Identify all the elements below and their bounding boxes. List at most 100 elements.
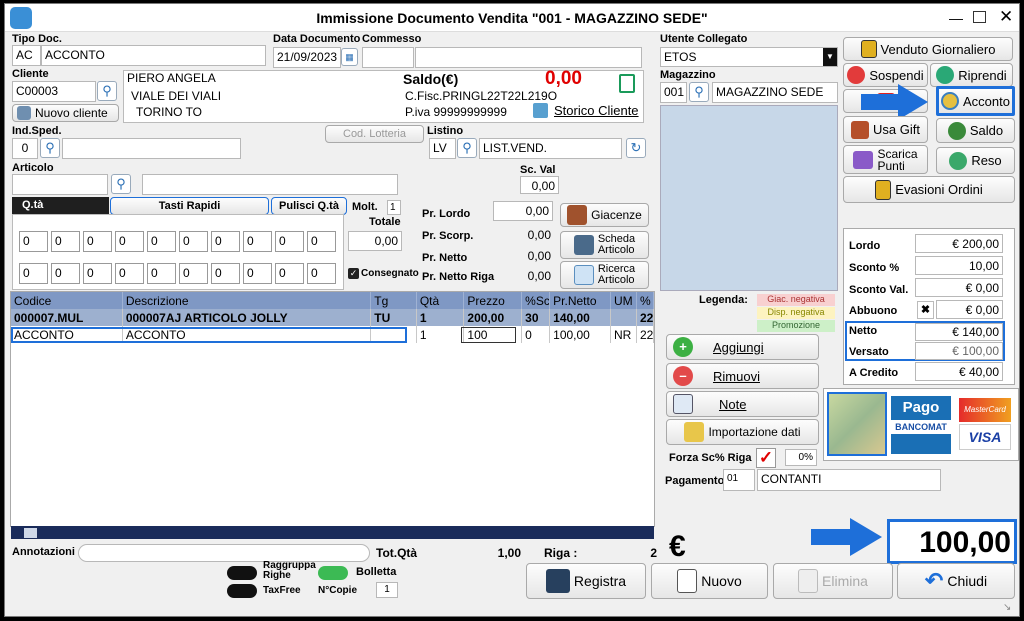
forza-sc-checkbox[interactable]: ✓ <box>756 448 776 468</box>
elimina-button[interactable]: Elimina <box>773 563 893 599</box>
abbuono-value[interactable]: € 0,00 <box>936 300 1003 319</box>
venduto-giornaliero-button[interactable]: Venduto Giornaliero <box>843 37 1013 61</box>
raggruppa-toggle[interactable] <box>227 566 257 580</box>
table-cell[interactable]: TU <box>370 309 417 326</box>
quick-qty-box[interactable]: 0 <box>51 231 80 252</box>
search-icon[interactable]: ⚲ <box>689 82 709 102</box>
annotazioni-field[interactable] <box>78 544 370 562</box>
quick-qty-box[interactable]: 0 <box>147 231 176 252</box>
consegnato-checkbox[interactable]: ✓ <box>348 268 359 279</box>
forza-sc-value[interactable]: 0% <box>785 449 817 466</box>
column-header[interactable]: Qtà <box>416 292 465 309</box>
ind-sped-code[interactable]: 0 <box>12 138 38 159</box>
table-cell[interactable]: 000007AJ ARTICOLO JOLLY <box>122 309 372 326</box>
nuovo-cliente-button[interactable]: Nuovo cliente <box>12 104 119 122</box>
quick-qty-box[interactable]: 0 <box>179 231 208 252</box>
table-cell[interactable]: 22 <box>636 309 655 326</box>
commesso-desc[interactable] <box>415 47 642 68</box>
quick-qty-box[interactable]: 0 <box>179 263 208 284</box>
tipo-doc-desc[interactable]: ACCONTO <box>41 45 266 66</box>
table-cell[interactable]: 000007.MUL <box>11 309 123 326</box>
table-cell[interactable]: NR <box>610 326 637 343</box>
visa-icon[interactable]: VISA <box>959 424 1011 450</box>
aggiungi-button[interactable]: + Aggiungi <box>666 334 819 360</box>
table-cell[interactable]: 0 <box>521 326 551 343</box>
commesso-code[interactable] <box>362 47 414 68</box>
table-cell[interactable]: 200,00 <box>463 309 523 326</box>
quick-qty-box[interactable]: 0 <box>115 263 144 284</box>
maximize-icon[interactable] <box>973 11 986 23</box>
taxfree-toggle[interactable] <box>227 584 257 598</box>
search-icon[interactable]: ⚲ <box>111 174 131 194</box>
bolletta-toggle[interactable] <box>318 566 348 580</box>
quick-qty-box[interactable]: 0 <box>243 263 272 284</box>
abbuono-clear-icon[interactable]: ✖ <box>917 301 934 319</box>
scarica-punti-button[interactable]: Scarica Punti <box>843 145 928 174</box>
chevron-down-icon[interactable]: ▼ <box>823 48 837 66</box>
quick-qty-box[interactable]: 0 <box>211 263 240 284</box>
cliente-code[interactable]: C00003 <box>12 81 96 102</box>
acconto-button[interactable]: Acconto <box>936 86 1015 116</box>
column-header[interactable]: Prezzo <box>463 292 523 309</box>
pulisci-qta-button[interactable]: Pulisci Q.tà <box>271 197 347 215</box>
calendar-icon[interactable]: ▦ <box>341 48 358 66</box>
search-icon[interactable]: ⚲ <box>97 81 117 101</box>
pagamento-desc[interactable]: CONTANTI <box>757 469 941 491</box>
listino-code[interactable]: LV <box>429 138 456 159</box>
search-icon[interactable]: ⚲ <box>457 138 477 158</box>
importazione-dati-button[interactable]: Importazione dati <box>666 419 819 445</box>
search-icon[interactable]: ⚲ <box>40 138 60 158</box>
quick-qty-box[interactable]: 0 <box>307 231 336 252</box>
horizontal-scrollbar[interactable] <box>11 526 654 539</box>
refresh-icon[interactable]: ↻ <box>626 138 646 158</box>
quick-qty-box[interactable]: 0 <box>51 263 80 284</box>
ind-sped-desc[interactable] <box>62 138 241 159</box>
minimize-icon[interactable]: — <box>949 10 963 26</box>
articolo-desc[interactable] <box>142 174 398 195</box>
table-row[interactable]: 000007.MUL 000007AJ ARTICOLO JOLLY TU 1 200,… <box>11 309 655 326</box>
ricerca-articolo-button[interactable]: Ricerca Articolo <box>560 261 649 289</box>
utente-select[interactable]: ETOS <box>660 47 838 67</box>
table-cell[interactable]: 1 <box>416 326 465 343</box>
quick-qty-box[interactable]: 0 <box>83 231 112 252</box>
cash-icon[interactable] <box>827 392 887 456</box>
scrollbar-thumb[interactable] <box>24 528 37 538</box>
chiudi-button[interactable]: ↶ Chiudi <box>897 563 1015 599</box>
reso-button[interactable]: Reso <box>936 147 1015 174</box>
quick-qty-box[interactable]: 0 <box>19 263 48 284</box>
column-header[interactable]: Codice <box>11 292 123 309</box>
resize-grip-icon[interactable]: ↘ <box>1003 602 1011 613</box>
quick-qty-box[interactable]: 0 <box>19 231 48 252</box>
scheda-articolo-button[interactable]: Scheda Articolo <box>560 231 649 259</box>
qta-tab[interactable]: Q.tà <box>12 197 109 214</box>
table-cell[interactable]: 22 <box>636 326 655 343</box>
column-header[interactable]: Pr.Netto <box>549 292 611 309</box>
column-header[interactable]: % <box>636 292 655 309</box>
nuovo-button[interactable]: Nuovo <box>651 563 768 599</box>
column-header[interactable]: %Sc <box>521 292 551 309</box>
tasti-rapidi-button[interactable]: Tasti Rapidi <box>110 197 269 215</box>
listino-desc[interactable]: LIST.VEND. <box>479 138 622 159</box>
pagamento-code[interactable]: 01 <box>723 469 755 491</box>
magazzino-desc[interactable]: MAGAZZINO SEDE <box>712 82 838 103</box>
quick-qty-box[interactable]: 0 <box>83 263 112 284</box>
usa-gift-button[interactable]: Usa Gift <box>843 116 928 143</box>
close-icon[interactable]: ✕ <box>999 7 1013 27</box>
note-button[interactable]: Note <box>666 391 819 417</box>
quick-qty-box[interactable]: 0 <box>211 231 240 252</box>
riprendi-button[interactable]: Riprendi <box>930 63 1013 87</box>
document-icon[interactable] <box>619 74 635 93</box>
table-cell[interactable]: 140,00 <box>549 309 611 326</box>
table-cell[interactable]: 1 <box>416 309 465 326</box>
quick-qty-box[interactable]: 0 <box>147 263 176 284</box>
rimuovi-button[interactable]: – Rimuovi <box>666 363 819 389</box>
pagobancomat-icon[interactable]: Pago BANCOMAT <box>891 396 951 454</box>
column-header[interactable]: Descrizione <box>122 292 372 309</box>
quick-qty-box[interactable]: 0 <box>307 263 336 284</box>
mastercard-icon[interactable]: MasterCard <box>959 398 1011 422</box>
tipo-doc-code[interactable]: AC <box>12 45 41 66</box>
cod-lotteria-button[interactable]: Cod. Lotteria <box>325 125 424 143</box>
evasioni-ordini-button[interactable]: Evasioni Ordini <box>843 176 1015 203</box>
sconto-pct-value[interactable]: 10,00 <box>915 256 1003 275</box>
saldo-button[interactable]: Saldo <box>936 118 1015 143</box>
